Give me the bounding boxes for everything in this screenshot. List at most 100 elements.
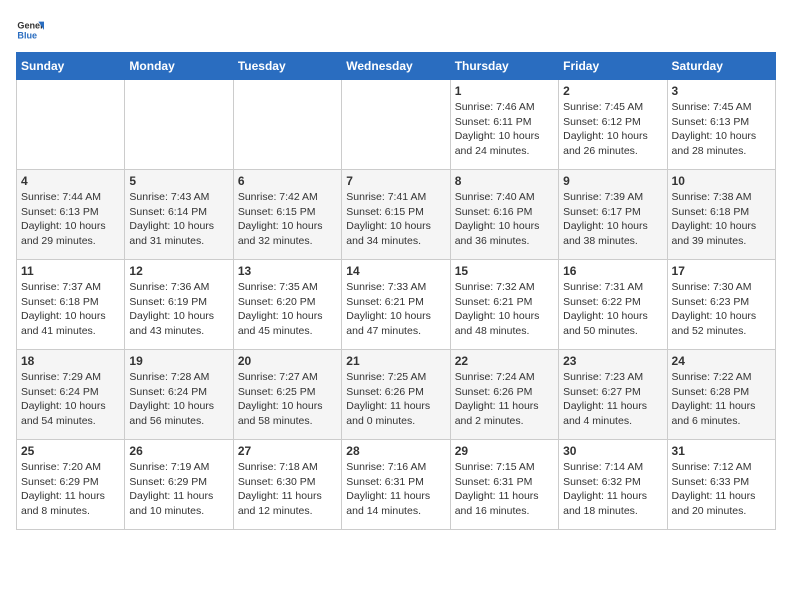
day-info: Sunrise: 7:40 AM Sunset: 6:16 PM Dayligh… [455,190,554,249]
week-row-1: 1 Sunrise: 7:46 AM Sunset: 6:11 PM Daylig… [17,80,776,170]
day-cell: 2 Sunrise: 7:45 AM Sunset: 6:12 PM Daylig… [559,80,667,170]
day-cell [233,80,341,170]
day-number: 30 [563,444,662,458]
day-cell: 22 Sunrise: 7:24 AM Sunset: 6:26 PM Dayli… [450,350,558,440]
day-number: 15 [455,264,554,278]
day-cell: 21 Sunrise: 7:25 AM Sunset: 6:26 PM Dayli… [342,350,450,440]
column-header-thursday: Thursday [450,53,558,80]
day-info: Sunrise: 7:45 AM Sunset: 6:13 PM Dayligh… [672,100,771,159]
day-number: 29 [455,444,554,458]
day-number: 2 [563,84,662,98]
day-info: Sunrise: 7:23 AM Sunset: 6:27 PM Dayligh… [563,370,662,429]
day-number: 12 [129,264,228,278]
day-number: 27 [238,444,337,458]
day-info: Sunrise: 7:41 AM Sunset: 6:15 PM Dayligh… [346,190,445,249]
day-cell: 20 Sunrise: 7:27 AM Sunset: 6:25 PM Dayli… [233,350,341,440]
day-cell: 25 Sunrise: 7:20 AM Sunset: 6:29 PM Dayli… [17,440,125,530]
day-info: Sunrise: 7:45 AM Sunset: 6:12 PM Dayligh… [563,100,662,159]
day-info: Sunrise: 7:29 AM Sunset: 6:24 PM Dayligh… [21,370,120,429]
day-number: 3 [672,84,771,98]
day-number: 7 [346,174,445,188]
week-row-5: 25 Sunrise: 7:20 AM Sunset: 6:29 PM Dayli… [17,440,776,530]
day-cell: 18 Sunrise: 7:29 AM Sunset: 6:24 PM Dayli… [17,350,125,440]
day-info: Sunrise: 7:16 AM Sunset: 6:31 PM Dayligh… [346,460,445,519]
day-info: Sunrise: 7:43 AM Sunset: 6:14 PM Dayligh… [129,190,228,249]
day-info: Sunrise: 7:18 AM Sunset: 6:30 PM Dayligh… [238,460,337,519]
week-row-3: 11 Sunrise: 7:37 AM Sunset: 6:18 PM Dayli… [17,260,776,350]
day-number: 26 [129,444,228,458]
day-number: 22 [455,354,554,368]
day-number: 11 [21,264,120,278]
column-header-monday: Monday [125,53,233,80]
day-info: Sunrise: 7:46 AM Sunset: 6:11 PM Dayligh… [455,100,554,159]
day-number: 6 [238,174,337,188]
week-row-2: 4Sunrise: 7:44 AM Sunset: 6:13 PM Daylig… [17,170,776,260]
day-cell: 28 Sunrise: 7:16 AM Sunset: 6:31 PM Dayli… [342,440,450,530]
day-cell: 14 Sunrise: 7:33 AM Sunset: 6:21 PM Dayli… [342,260,450,350]
day-number: 10 [672,174,771,188]
day-info: Sunrise: 7:27 AM Sunset: 6:25 PM Dayligh… [238,370,337,429]
day-cell [342,80,450,170]
column-header-tuesday: Tuesday [233,53,341,80]
day-info: Sunrise: 7:25 AM Sunset: 6:26 PM Dayligh… [346,370,445,429]
day-number: 4 [21,174,120,188]
day-info: Sunrise: 7:20 AM Sunset: 6:29 PM Dayligh… [21,460,120,519]
day-number: 31 [672,444,771,458]
day-cell: 29Sunrise: 7:15 AM Sunset: 6:31 PM Dayli… [450,440,558,530]
day-number: 17 [672,264,771,278]
day-number: 16 [563,264,662,278]
column-header-friday: Friday [559,53,667,80]
day-cell: 31 Sunrise: 7:12 AM Sunset: 6:33 PM Dayli… [667,440,775,530]
day-cell: 23 Sunrise: 7:23 AM Sunset: 6:27 PM Dayli… [559,350,667,440]
logo: General Blue [16,16,44,44]
day-cell: 13 Sunrise: 7:35 AM Sunset: 6:20 PM Dayli… [233,260,341,350]
day-info: Sunrise: 7:24 AM Sunset: 6:26 PM Dayligh… [455,370,554,429]
day-cell: 11 Sunrise: 7:37 AM Sunset: 6:18 PM Dayli… [17,260,125,350]
day-number: 20 [238,354,337,368]
day-number: 5 [129,174,228,188]
day-info: Sunrise: 7:12 AM Sunset: 6:33 PM Dayligh… [672,460,771,519]
day-number: 28 [346,444,445,458]
day-info: Sunrise: 7:35 AM Sunset: 6:20 PM Dayligh… [238,280,337,339]
day-number: 23 [563,354,662,368]
calendar-body: 1 Sunrise: 7:46 AM Sunset: 6:11 PM Daylig… [17,80,776,530]
week-row-4: 18 Sunrise: 7:29 AM Sunset: 6:24 PM Dayli… [17,350,776,440]
day-cell: 1 Sunrise: 7:46 AM Sunset: 6:11 PM Daylig… [450,80,558,170]
day-number: 13 [238,264,337,278]
day-info: Sunrise: 7:22 AM Sunset: 6:28 PM Dayligh… [672,370,771,429]
day-info: Sunrise: 7:31 AM Sunset: 6:22 PM Dayligh… [563,280,662,339]
day-cell: 5 Sunrise: 7:43 AM Sunset: 6:14 PM Daylig… [125,170,233,260]
day-number: 19 [129,354,228,368]
day-cell: 12Sunrise: 7:36 AM Sunset: 6:19 PM Dayli… [125,260,233,350]
day-number: 18 [21,354,120,368]
header-row: SundayMondayTuesdayWednesdayThursdayFrid… [17,53,776,80]
day-cell: 7 Sunrise: 7:41 AM Sunset: 6:15 PM Daylig… [342,170,450,260]
logo-icon: General Blue [16,16,44,44]
day-number: 1 [455,84,554,98]
day-cell: 9Sunrise: 7:39 AM Sunset: 6:17 PM Daylig… [559,170,667,260]
day-cell: 30 Sunrise: 7:14 AM Sunset: 6:32 PM Dayli… [559,440,667,530]
day-cell: 4Sunrise: 7:44 AM Sunset: 6:13 PM Daylig… [17,170,125,260]
day-number: 21 [346,354,445,368]
column-header-wednesday: Wednesday [342,53,450,80]
day-info: Sunrise: 7:37 AM Sunset: 6:18 PM Dayligh… [21,280,120,339]
calendar-table: SundayMondayTuesdayWednesdayThursdayFrid… [16,52,776,530]
day-number: 8 [455,174,554,188]
day-info: Sunrise: 7:32 AM Sunset: 6:21 PM Dayligh… [455,280,554,339]
day-cell: 26Sunrise: 7:19 AM Sunset: 6:29 PM Dayli… [125,440,233,530]
day-cell: 16 Sunrise: 7:31 AM Sunset: 6:22 PM Dayli… [559,260,667,350]
svg-text:Blue: Blue [17,30,37,40]
day-info: Sunrise: 7:33 AM Sunset: 6:21 PM Dayligh… [346,280,445,339]
page-header: General Blue [16,16,776,44]
day-number: 14 [346,264,445,278]
day-cell: 15 Sunrise: 7:32 AM Sunset: 6:21 PM Dayli… [450,260,558,350]
day-info: Sunrise: 7:30 AM Sunset: 6:23 PM Dayligh… [672,280,771,339]
day-cell [125,80,233,170]
day-info: Sunrise: 7:39 AM Sunset: 6:17 PM Dayligh… [563,190,662,249]
day-cell: 17 Sunrise: 7:30 AM Sunset: 6:23 PM Dayli… [667,260,775,350]
day-number: 25 [21,444,120,458]
day-info: Sunrise: 7:14 AM Sunset: 6:32 PM Dayligh… [563,460,662,519]
day-cell [17,80,125,170]
day-cell: 6 Sunrise: 7:42 AM Sunset: 6:15 PM Daylig… [233,170,341,260]
day-info: Sunrise: 7:42 AM Sunset: 6:15 PM Dayligh… [238,190,337,249]
